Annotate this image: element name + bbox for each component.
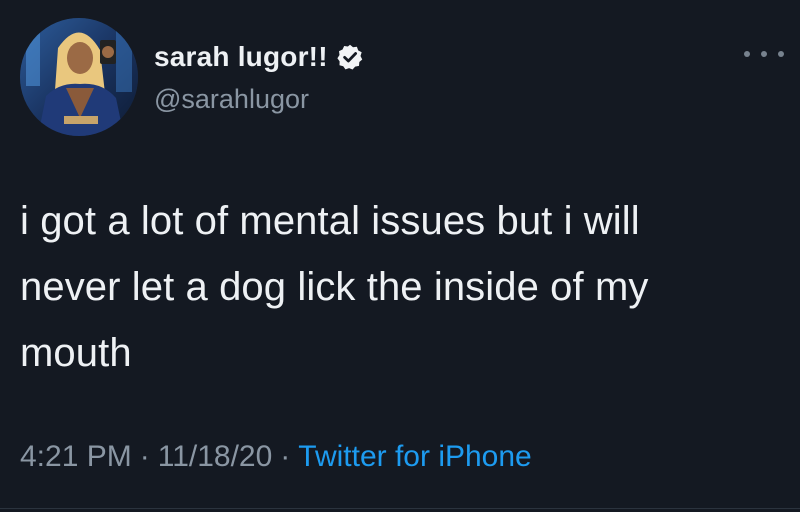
tweet-card: sarah lugor!! @sarahlugor i got a lot of… bbox=[0, 0, 800, 512]
tweet-source-link[interactable]: Twitter for iPhone bbox=[298, 440, 531, 473]
tweet-text: i got a lot of mental issues but i will … bbox=[20, 188, 780, 386]
avatar[interactable] bbox=[20, 18, 138, 136]
user-handle[interactable]: @sarahlugor bbox=[154, 84, 309, 115]
tweet-time[interactable]: 4:21 PM bbox=[20, 440, 132, 473]
tweet-text-line: never let a dog lick the inside of my bbox=[20, 265, 649, 309]
display-name[interactable]: sarah lugor!! bbox=[154, 41, 328, 73]
meta-separator: · bbox=[139, 440, 150, 473]
author-name-row[interactable]: sarah lugor!! bbox=[154, 40, 364, 74]
tweet-text-line: mouth bbox=[20, 331, 132, 375]
more-options-button[interactable] bbox=[744, 44, 784, 64]
tweet-metadata: 4:21 PM · 11/18/20 · Twitter for iPhone bbox=[20, 440, 532, 474]
tweet-text-line: i got a lot of mental issues but i will bbox=[20, 199, 640, 243]
more-horizontal-icon bbox=[778, 51, 784, 57]
tweet-date[interactable]: 11/18/20 bbox=[158, 440, 273, 473]
meta-separator: · bbox=[280, 440, 291, 473]
more-horizontal-icon bbox=[744, 51, 750, 57]
verified-badge-icon bbox=[337, 44, 362, 70]
divider bbox=[0, 508, 800, 509]
avatar-image bbox=[20, 18, 138, 136]
more-horizontal-icon bbox=[761, 51, 767, 57]
